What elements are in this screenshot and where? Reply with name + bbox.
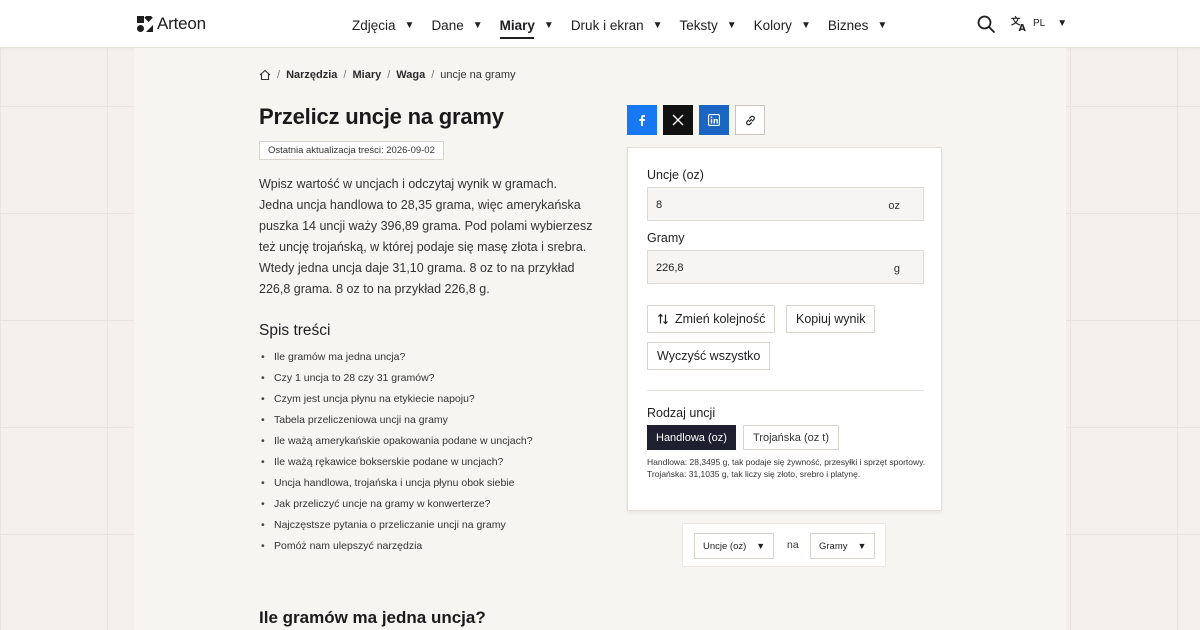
search-icon xyxy=(977,15,995,33)
share-buttons xyxy=(627,105,765,135)
nav-label: Druk i ekran xyxy=(570,17,644,33)
share-facebook-button[interactable] xyxy=(627,105,657,135)
linkedin-icon xyxy=(708,114,720,126)
nav-item-miary[interactable]: Miary ▼ xyxy=(500,16,554,34)
facebook-icon xyxy=(639,115,645,126)
unit-type-avoirdupois[interactable]: Handlowa (oz) xyxy=(647,425,736,450)
nav-label: Miary xyxy=(499,17,535,33)
toc-item[interactable]: Czym jest uncja płynu na etykiecie napoj… xyxy=(259,390,533,411)
caret-down-icon: ▼ xyxy=(543,19,554,31)
from-unit-value: Uncje (oz) xyxy=(703,540,747,552)
toc-item[interactable]: Tabela przeliczeniowa uncji na gramy xyxy=(259,411,533,432)
nav-label: Zdjęcia xyxy=(352,17,396,33)
nav-item-teksty[interactable]: Teksty ▼ xyxy=(680,16,737,34)
language-code: PL xyxy=(1033,18,1046,29)
caret-down-icon: ▼ xyxy=(877,19,888,31)
caret-down-icon: ▼ xyxy=(652,19,663,31)
divider xyxy=(647,390,924,391)
swap-icon xyxy=(658,313,668,325)
unit-type-label: Rodzaj uncji xyxy=(647,406,716,420)
language-switcher[interactable]: 文 A PL ▼ xyxy=(1011,15,1067,32)
breadcrumb-separator: / xyxy=(387,69,391,81)
intro-paragraph: Wpisz wartość w uncjach i odczytaj wynik… xyxy=(259,177,593,296)
x-icon xyxy=(672,114,684,126)
link-icon xyxy=(745,115,755,125)
main-nav: Zdjęcia ▼ Dane ▼ Miary ▼ Druk i ekran ▼ … xyxy=(352,16,904,34)
share-x-button[interactable] xyxy=(663,105,693,135)
input-label: Uncje (oz) xyxy=(647,168,704,182)
toc-item[interactable]: Ile ważą amerykańskie opakowania podane … xyxy=(259,432,533,453)
search-button[interactable] xyxy=(976,14,996,34)
ounces-field[interactable]: oz xyxy=(647,187,924,221)
table-of-contents: Ile gramów ma jedna uncja? Czy 1 uncja t… xyxy=(259,348,533,558)
toc-item[interactable]: Najczęstsze pytania o przeliczanie uncji… xyxy=(259,516,533,537)
site-header: Arteon Zdjęcia ▼ Dane ▼ Miary ▼ Druk i e… xyxy=(0,0,1200,48)
toc-item[interactable]: Czy 1 uncja to 28 czy 31 gramów? xyxy=(259,369,533,390)
converter-card: Uncje (oz) oz Gramy g Zmień kolejność Ko… xyxy=(627,147,942,511)
section-heading: Ile gramów ma jedna uncja? xyxy=(259,608,486,627)
nav-item-biznes[interactable]: Biznes ▼ xyxy=(828,16,887,34)
copy-result-label: Kopiuj wynik xyxy=(796,312,866,326)
logo-icon xyxy=(137,16,153,32)
caret-down-icon: ▼ xyxy=(472,19,483,31)
toc-item[interactable]: Uncja handlowa, trojańska i uncja płynu … xyxy=(259,474,533,495)
page-title: Przelicz uncje na gramy xyxy=(259,104,504,129)
copy-link-button[interactable] xyxy=(735,105,765,135)
swap-label: Zmień kolejność xyxy=(675,312,766,326)
toc-title: Spis treści xyxy=(259,322,331,339)
grams-input[interactable] xyxy=(656,260,876,276)
from-unit-select[interactable]: Uncje (oz) ▼ xyxy=(694,533,775,559)
nav-item-kolory[interactable]: Kolory ▼ xyxy=(754,16,811,34)
nav-label: Biznes xyxy=(827,17,869,33)
toc-item[interactable]: Pomóż nam ulepszyć narzędzia xyxy=(259,537,533,558)
caret-down-icon: ▼ xyxy=(857,541,867,551)
unit-type-note: Handlowa: 28,3495 g, tak podaje się żywn… xyxy=(647,457,926,479)
to-unit-select[interactable]: Gramy ▼ xyxy=(810,533,876,559)
breadcrumb-current: uncje na gramy xyxy=(440,69,516,81)
share-linkedin-button[interactable] xyxy=(699,105,729,135)
translate-icon: 文 A xyxy=(1011,15,1027,32)
swap-button[interactable]: Zmień kolejność xyxy=(647,305,776,333)
copy-result-button[interactable]: Kopiuj wynik xyxy=(786,305,876,333)
breadcrumb: / Narzędzia / Miary / Waga / uncje na gr… xyxy=(259,69,516,81)
toc-item[interactable]: Ile ważą rękawice bokserskie podane w un… xyxy=(259,453,533,474)
grams-field[interactable]: g xyxy=(647,250,924,284)
breadcrumb-separator: / xyxy=(431,69,435,81)
nav-item-dane[interactable]: Dane ▼ xyxy=(431,16,482,34)
breadcrumb-item-narzedzia[interactable]: Narzędzia xyxy=(286,69,337,81)
caret-down-icon: ▼ xyxy=(1057,18,1068,29)
toc-item[interactable]: Ile gramów ma jedna uncja? xyxy=(259,348,533,369)
caret-down-icon: ▼ xyxy=(800,19,811,31)
clear-all-button[interactable]: Wyczyść wszystko xyxy=(647,342,771,370)
breadcrumb-item-waga[interactable]: Waga xyxy=(396,69,425,81)
caret-down-icon: ▼ xyxy=(756,541,766,551)
caret-down-icon: ▼ xyxy=(404,19,415,31)
breadcrumb-separator: / xyxy=(343,69,347,81)
logo-text: Arteon xyxy=(157,14,206,33)
unit-connector-text: na xyxy=(787,539,799,551)
logo[interactable]: Arteon xyxy=(137,14,206,34)
clear-all-label: Wyczyść wszystko xyxy=(657,349,761,363)
to-unit-value: Gramy xyxy=(819,540,848,552)
home-icon[interactable] xyxy=(259,69,271,81)
last-updated-badge: Ostatnia aktualizacja treści: 2026-09-02 xyxy=(259,141,444,160)
nav-label: Teksty xyxy=(679,17,718,33)
caret-down-icon: ▼ xyxy=(726,19,737,31)
ounces-input[interactable] xyxy=(656,197,876,213)
nav-item-druk-i-ekran[interactable]: Druk i ekran ▼ xyxy=(571,16,663,34)
nav-item-zdjecia[interactable]: Zdjęcia ▼ xyxy=(352,16,414,34)
breadcrumb-item-miary[interactable]: Miary xyxy=(352,69,381,81)
breadcrumb-separator: / xyxy=(277,69,281,81)
unit-type-troy[interactable]: Trojańska (oz t) xyxy=(743,425,840,450)
toc-item[interactable]: Jak przeliczyć uncje na gramy w konwerte… xyxy=(259,495,533,516)
nav-label: Kolory xyxy=(753,17,792,33)
output-unit: g xyxy=(893,263,900,275)
input-unit: oz xyxy=(888,200,900,212)
nav-label: Dane xyxy=(431,17,464,33)
output-label: Gramy xyxy=(647,231,685,245)
svg-text:A: A xyxy=(1019,23,1027,32)
unit-selector-bar: Uncje (oz) ▼ na Gramy ▼ xyxy=(682,523,886,567)
